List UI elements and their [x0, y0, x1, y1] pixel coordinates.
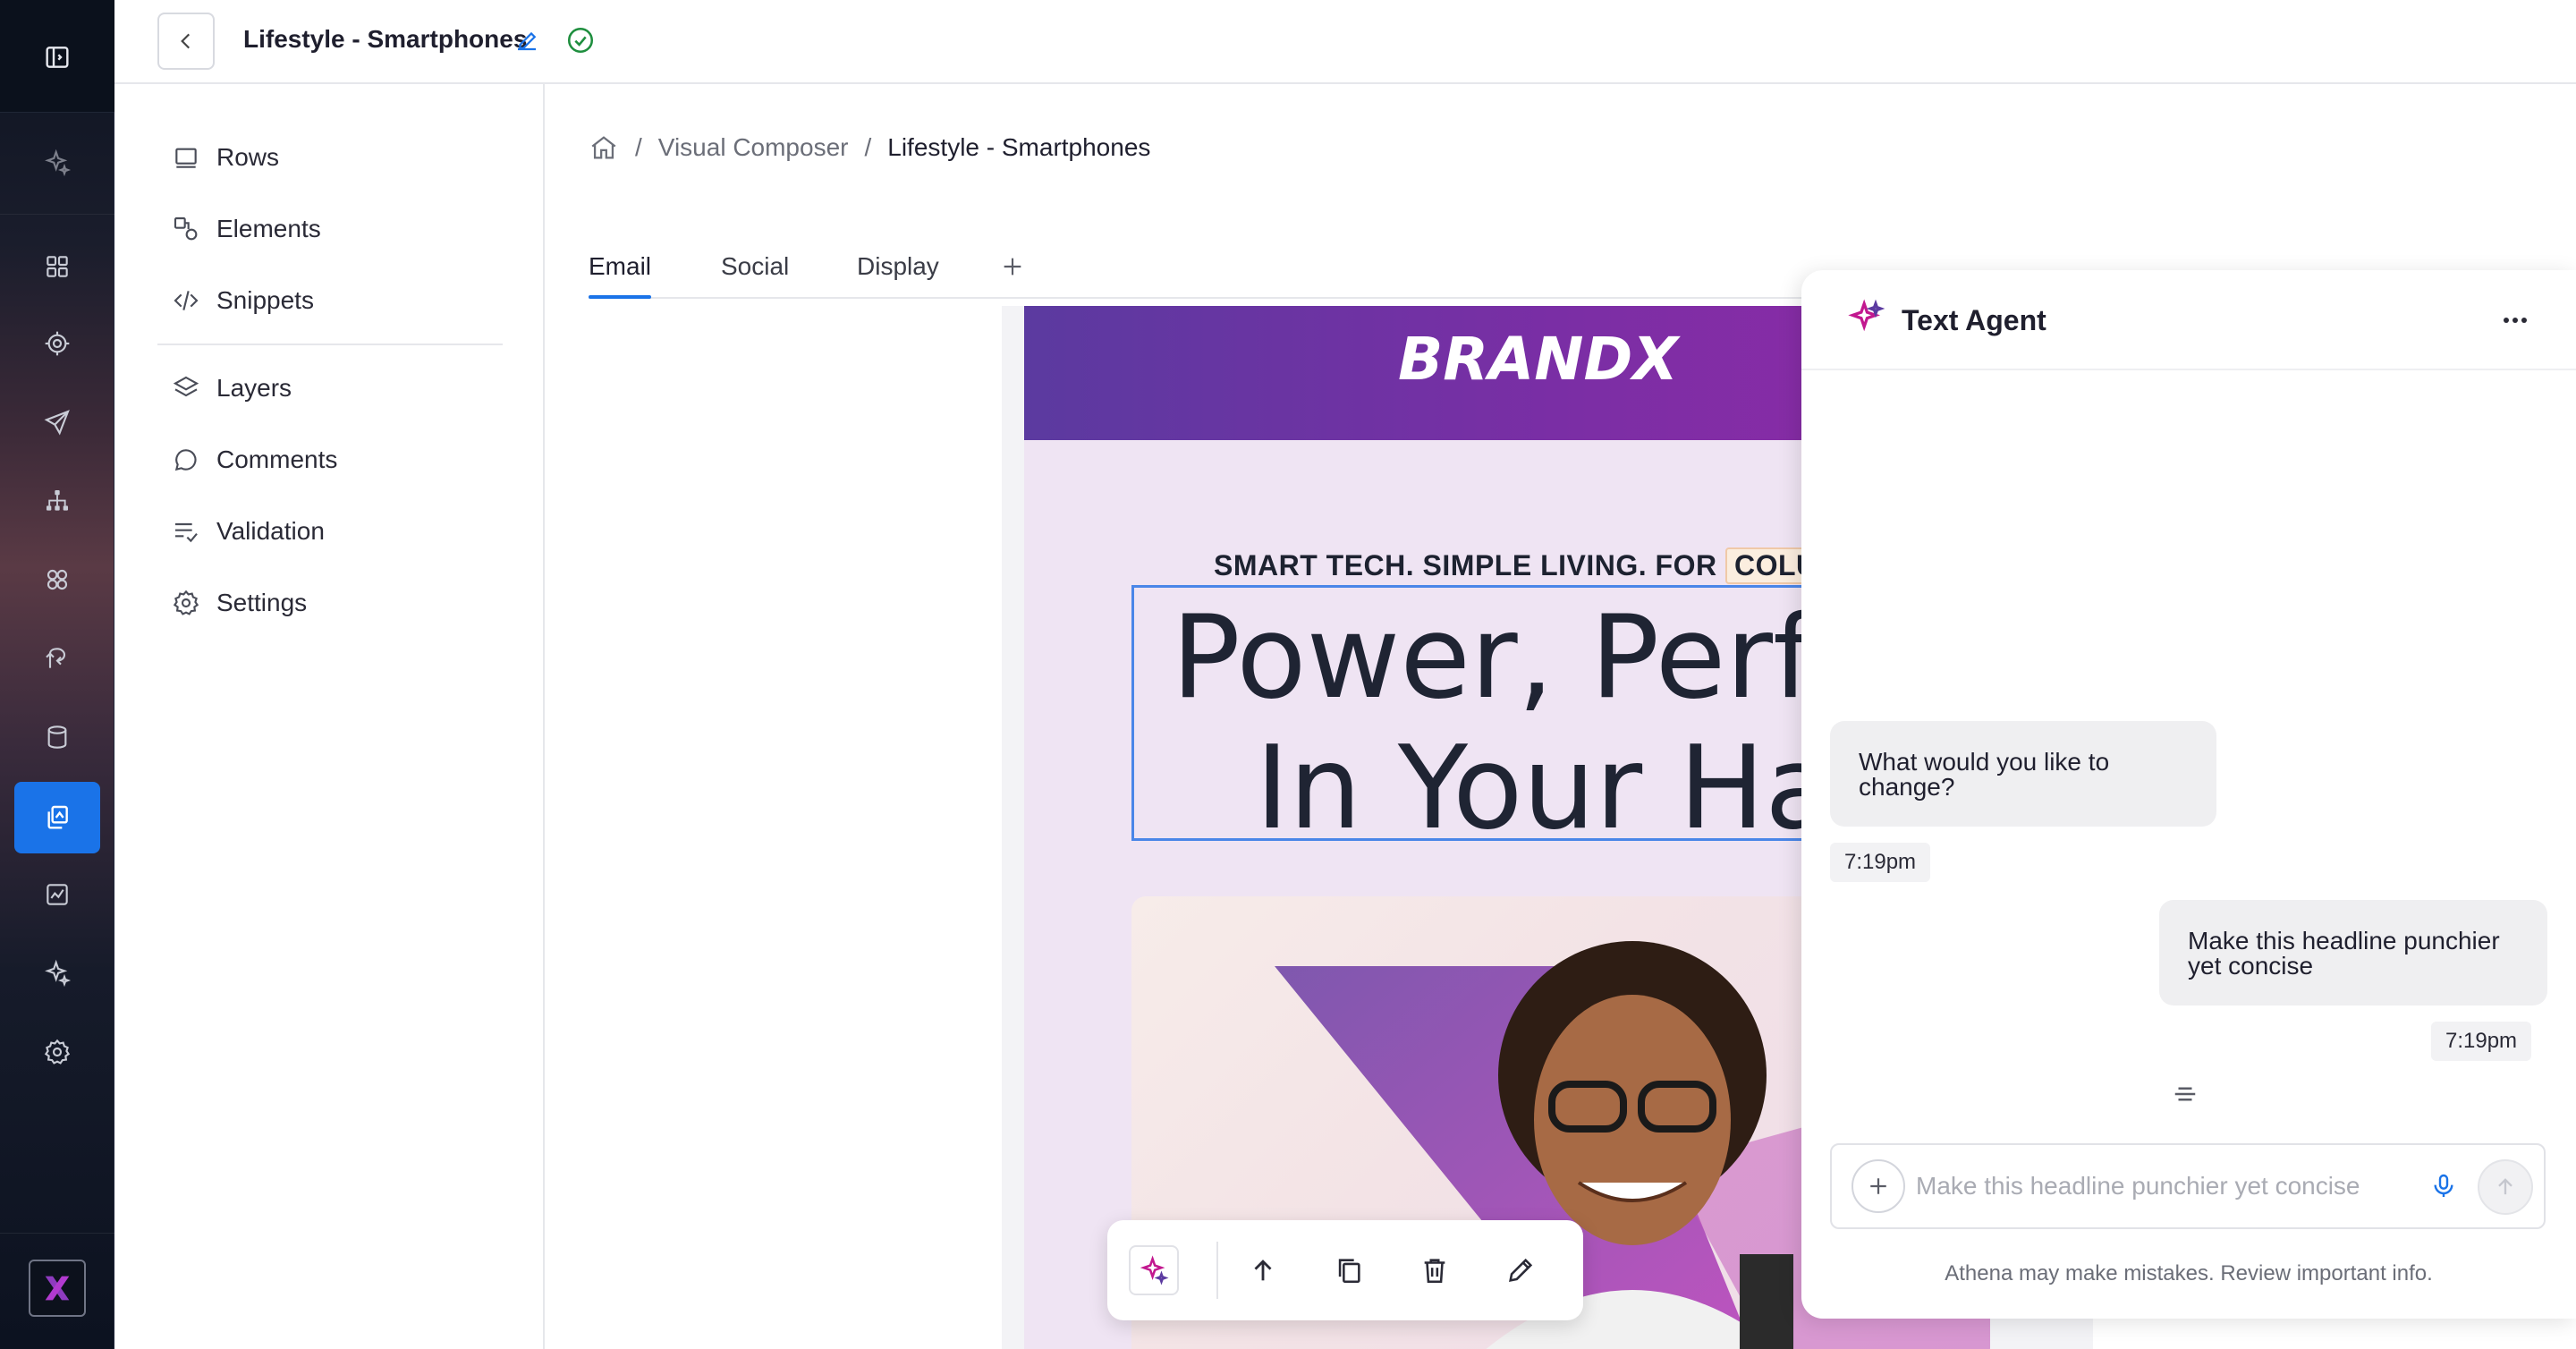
breadcrumb-separator: / — [635, 133, 642, 161]
dashboard-icon[interactable] — [36, 245, 79, 288]
tab-email[interactable]: Email — [589, 236, 652, 299]
panel-item-label: Elements — [216, 215, 321, 242]
tab-display[interactable]: Display — [857, 236, 939, 297]
agent-title: Text Agent — [1902, 304, 2046, 336]
gear-icon — [173, 590, 199, 615]
segments-icon[interactable] — [36, 558, 79, 601]
panel-item-label: Comments — [216, 445, 338, 473]
analytics-icon[interactable] — [36, 873, 79, 916]
attach-button[interactable] — [1852, 1159, 1905, 1213]
saved-check-icon — [565, 25, 596, 55]
validation-icon — [175, 522, 198, 543]
panel-item-label: Snippets — [216, 286, 314, 314]
add-tab-icon[interactable] — [998, 252, 1027, 281]
chevron-left-icon — [181, 33, 191, 49]
panel-item-elements[interactable]: Elements — [172, 208, 321, 250]
panel-divider — [157, 344, 503, 345]
comment-icon — [174, 449, 197, 471]
trash-icon — [1424, 1259, 1445, 1284]
breadcrumb-separator: / — [864, 133, 872, 161]
agent-message: What would you like to change? — [1830, 721, 2216, 827]
brand-logo-icon[interactable] — [29, 1260, 86, 1317]
ai-assist-button[interactable] — [1129, 1245, 1179, 1295]
edit-button[interactable] — [1496, 1245, 1546, 1295]
ai-disclaimer: Athena may make mistakes. Review importa… — [1945, 1261, 2433, 1285]
agent-input-box — [1830, 1143, 2546, 1229]
message-timestamp: 7:19pm — [1830, 843, 1931, 882]
microphone-icon[interactable] — [2429, 1172, 2458, 1201]
code-icon — [174, 291, 199, 310]
send-button[interactable] — [2478, 1159, 2533, 1215]
database-icon[interactable] — [36, 716, 79, 759]
panel-item-label: Layers — [216, 374, 292, 402]
panel-item-settings[interactable]: Settings — [172, 581, 307, 624]
breadcrumb: / Visual Composer / Lifestyle - Smartpho… — [589, 132, 1150, 163]
more-options-icon[interactable] — [2497, 302, 2533, 338]
user-message: Make this headline punchier yet concise — [2159, 900, 2547, 1005]
brandx-logo-icon: BRANDX — [1398, 325, 1681, 394]
agent-sparkle-icon — [1848, 299, 1885, 332]
panel-item-comments[interactable]: Comments — [172, 438, 337, 481]
rows-icon — [175, 148, 197, 168]
element-toolbar — [1107, 1220, 1583, 1320]
ai-sparkle-icon — [1140, 1255, 1169, 1285]
duplicate-button[interactable] — [1324, 1245, 1374, 1295]
panel-item-label: Validation — [216, 517, 325, 545]
elements-icon — [174, 216, 198, 241]
panel-toggle-icon[interactable] — [36, 36, 79, 79]
breadcrumb-visual-composer[interactable]: Visual Composer — [658, 133, 849, 162]
visual-composer-icon[interactable] — [36, 796, 79, 839]
tab-social[interactable]: Social — [721, 236, 789, 297]
composer-panel: Rows Elements Snippets Layers Comments V… — [114, 84, 545, 1349]
settings-icon[interactable] — [36, 1031, 79, 1073]
layers-icon — [173, 376, 199, 397]
edit-title-icon[interactable] — [513, 27, 540, 54]
panel-item-snippets[interactable]: Snippets — [172, 279, 314, 322]
app-rail — [0, 0, 114, 1349]
move-up-button[interactable] — [1238, 1245, 1288, 1295]
text-agent-panel: Text Agent What would you like to change… — [1801, 270, 2576, 1319]
target-icon[interactable] — [36, 322, 79, 365]
delete-button[interactable] — [1410, 1245, 1460, 1295]
breadcrumb-current: Lifestyle - Smartphones — [887, 133, 1151, 161]
rail-divider — [0, 1233, 114, 1234]
journey-icon[interactable] — [36, 637, 79, 680]
send-icon[interactable] — [36, 401, 79, 444]
home-icon[interactable] — [589, 132, 619, 163]
copy-icon — [1338, 1259, 1360, 1284]
arrow-up-icon — [1254, 1260, 1272, 1281]
agent-header: Text Agent — [1801, 270, 2576, 370]
plus-icon — [1870, 1178, 1886, 1194]
ai-sparkle-icon[interactable] — [36, 141, 79, 184]
panel-item-label: Rows — [216, 143, 280, 171]
panel-item-validation[interactable]: Validation — [172, 510, 325, 553]
back-button[interactable] — [157, 13, 215, 70]
hierarchy-icon[interactable] — [36, 479, 79, 522]
thinking-indicator-icon — [2174, 1087, 2196, 1101]
sparkle-icon[interactable] — [36, 952, 79, 995]
panel-item-label: Settings — [216, 589, 308, 616]
agent-prompt-input[interactable] — [1916, 1165, 2417, 1208]
eyebrow-text: SMART TECH. SIMPLE LIVING. FOR — [1214, 549, 1717, 581]
panel-item-rows[interactable]: Rows — [172, 136, 279, 179]
toolbar-divider — [1216, 1242, 1218, 1299]
brand-wordmark: BRANDX — [1398, 325, 1681, 394]
top-header: Lifestyle - Smartphones — [114, 0, 2576, 84]
page-title: Lifestyle - Smartphones — [243, 25, 528, 53]
panel-item-layers[interactable]: Layers — [172, 367, 292, 410]
email-eyebrow[interactable]: SMART TECH. SIMPLE LIVING. FOR COLU — [1214, 547, 1826, 584]
arrow-up-icon — [2498, 1178, 2512, 1195]
message-timestamp: 7:19pm — [2431, 1022, 2532, 1061]
pencil-icon — [1509, 1258, 1533, 1282]
